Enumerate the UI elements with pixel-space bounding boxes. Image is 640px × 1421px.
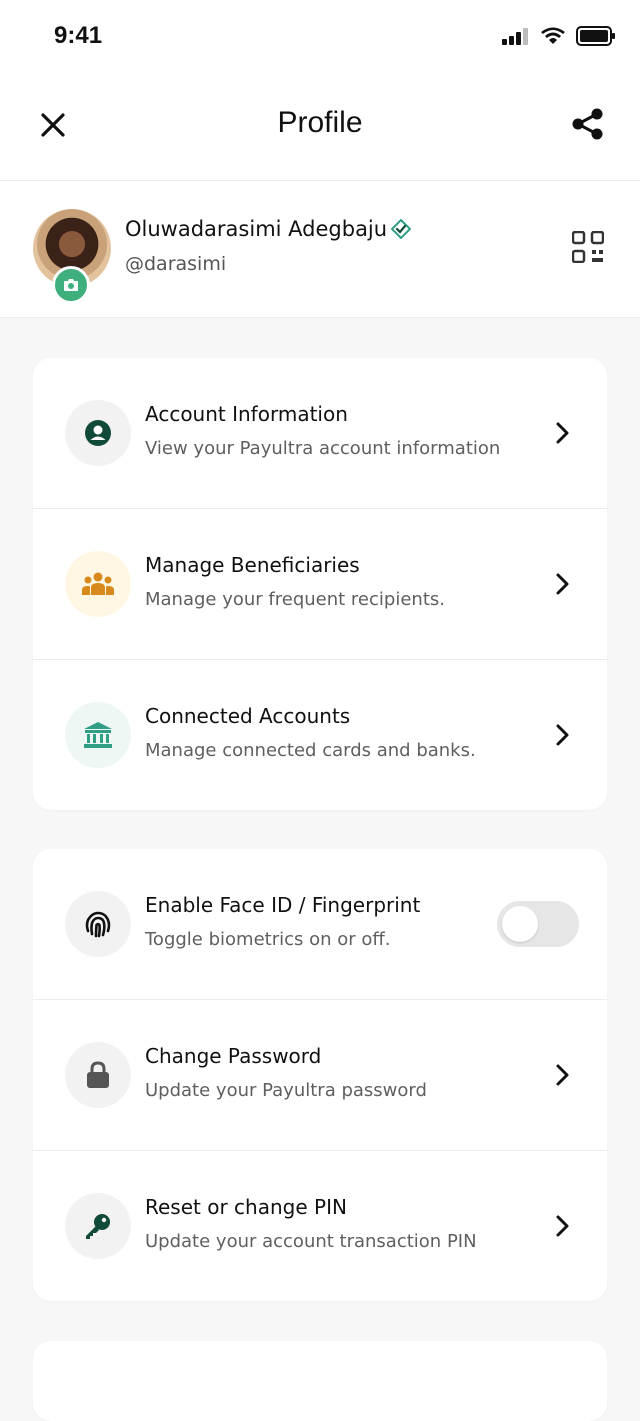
account-information-row[interactable]: Account Information View your Payultra a… [33, 358, 607, 509]
row-title: Enable Face ID / Fingerprint [145, 893, 421, 917]
manage-beneficiaries-icon-wrap [65, 551, 131, 617]
verified-badge-icon [391, 219, 412, 239]
bank-icon [84, 722, 112, 748]
qr-code-icon [571, 230, 605, 264]
change-password-icon-wrap [65, 1042, 131, 1108]
row-title: Reset or change PIN [145, 1195, 347, 1219]
battery-icon [576, 26, 615, 46]
camera-icon [64, 279, 78, 291]
change-password-row[interactable]: Change Password Update your Payultra pas… [33, 1000, 607, 1151]
cellular-signal-icon [502, 28, 528, 45]
profile-name-row: Oluwadarasimi Adegbaju [125, 217, 412, 241]
row-subtitle: Manage your frequent recipients. [145, 589, 445, 610]
chevron-right-icon [553, 1062, 573, 1088]
biometrics-row: Enable Face ID / Fingerprint Toggle biom… [33, 849, 607, 1000]
biometrics-toggle[interactable] [497, 901, 579, 947]
chevron-right-icon [553, 1213, 573, 1239]
fingerprint-icon [85, 911, 111, 938]
reset-pin-icon-wrap [65, 1193, 131, 1259]
manage-beneficiaries-row[interactable]: Manage Beneficiaries Manage your frequen… [33, 509, 607, 660]
status-time: 9:41 [54, 22, 103, 49]
share-button[interactable] [570, 106, 606, 142]
status-icons [502, 26, 616, 46]
more-settings-card [33, 1341, 607, 1421]
security-settings-card: Enable Face ID / Fingerprint Toggle biom… [33, 849, 607, 1301]
share-icon [572, 108, 603, 140]
row-title: Account Information [145, 402, 348, 426]
row-subtitle: Toggle biometrics on or off. [145, 929, 391, 950]
key-icon [86, 1214, 110, 1239]
toggle-knob [502, 906, 538, 942]
row-title: Change Password [145, 1044, 322, 1068]
row-subtitle: Manage connected cards and banks. [145, 740, 476, 761]
connected-accounts-icon-wrap [65, 702, 131, 768]
chevron-right-icon [553, 571, 573, 597]
row-title: Connected Accounts [145, 704, 351, 728]
profile-handle: @darasimi [125, 253, 227, 275]
change-photo-button[interactable] [52, 266, 90, 304]
row-title: Manage Beneficiaries [145, 553, 360, 577]
qr-code-button[interactable] [571, 230, 605, 264]
chevron-right-icon [553, 722, 573, 748]
reset-pin-row[interactable]: Reset or change PIN Update your account … [33, 1151, 607, 1301]
account-information-icon-wrap [65, 400, 131, 466]
lock-icon [87, 1061, 109, 1088]
profile-summary: Oluwadarasimi Adegbaju @darasimi [0, 181, 640, 318]
biometrics-icon-wrap [65, 891, 131, 957]
connected-accounts-row[interactable]: Connected Accounts Manage connected card… [33, 660, 607, 810]
user-circle-icon [85, 420, 111, 446]
account-settings-card: Account Information View your Payultra a… [33, 358, 607, 810]
row-subtitle: Update your Payultra password [145, 1080, 427, 1101]
top-header: Profile [0, 76, 640, 181]
users-group-icon [82, 572, 114, 595]
profile-name: Oluwadarasimi Adegbaju [125, 217, 388, 241]
chevron-right-icon [553, 420, 573, 446]
wifi-icon [541, 27, 565, 44]
status-bar: 9:41 [0, 0, 640, 76]
row-subtitle: View your Payultra account information [145, 438, 501, 459]
row-subtitle: Update your account transaction PIN [145, 1231, 477, 1252]
page-title: Profile [277, 106, 363, 139]
